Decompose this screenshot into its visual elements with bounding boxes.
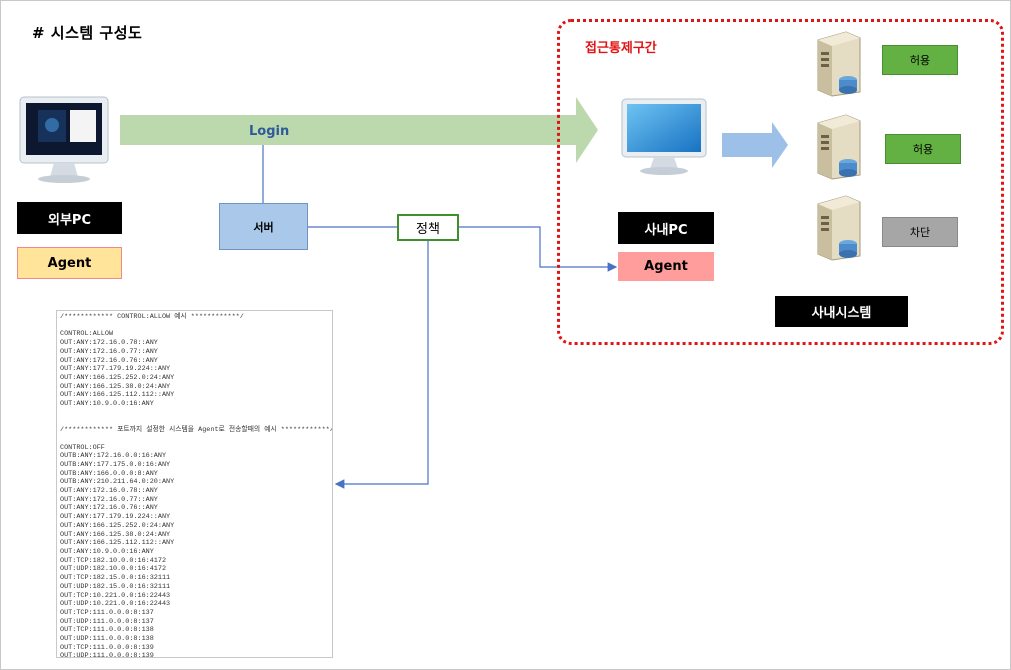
policy-sample-line: OUT:ANY:10.9.0.0:16:ANY xyxy=(60,400,154,409)
login-arrow xyxy=(120,97,598,163)
internal-pc-icon xyxy=(621,98,707,175)
policy-sample-line: /************ CONTROL:ALLOW 예시 *********… xyxy=(60,313,244,321)
policy-sample-line: OUT:UDP:10.221.0.0:16:22443 xyxy=(60,600,171,609)
status-allow-2: 허용 xyxy=(885,134,961,164)
policy-sample-panel: /************ CONTROL:ALLOW 예시 *********… xyxy=(56,310,333,658)
policy-sample-line xyxy=(60,417,332,426)
policy-sample-line: OUT:ANY:10.9.0.0:16:ANY xyxy=(60,547,154,556)
policy-sample-line: OUT:ANY:166.125.252.0:24:ANY xyxy=(60,521,175,530)
policy-sample-line: OUT:UDP:182.10.0.0:16:4172 xyxy=(60,565,167,574)
policy-sample-line: CONTROL:OFF xyxy=(60,443,105,452)
external-pc-label: 외부PC xyxy=(17,202,122,234)
policy-sample-line: OUT:ANY:166.125.252.0:24:ANY xyxy=(60,373,175,382)
policy-sample-line: OUT:ANY:172.16.0.78::ANY xyxy=(60,339,158,348)
policy-sample-line: OUT:TCP:10.221.0.0:16:22443 xyxy=(60,591,171,600)
policy-sample-line: OUT:UDP:182.15.0.0:16:32111 xyxy=(60,582,171,591)
status-block: 차단 xyxy=(882,217,958,247)
policy-sample-line: OUT:ANY:172.16.0.77::ANY xyxy=(60,347,158,356)
policy-sample-line: OUT:UDP:111.0.0.0:8:139 xyxy=(60,652,154,658)
server-icon xyxy=(817,114,861,180)
policy-sample-line: OUTB:ANY:210.211.64.0:20:ANY xyxy=(60,478,175,487)
server-node: 서버 xyxy=(219,203,308,250)
policy-sample-line: CONTROL:ALLOW xyxy=(60,330,114,339)
policy-sample-line: OUTB:ANY:177.175.0.0:16:ANY xyxy=(60,460,171,469)
access-control-zone-label: 접근통제구간 xyxy=(585,41,657,56)
policy-sample-line: OUT:TCP:111.0.0.0:8:138 xyxy=(60,626,154,635)
server-icon xyxy=(817,31,861,97)
policy-sample-line: OUT:TCP:111.0.0.0:8:137 xyxy=(60,608,154,617)
internal-pc-label: 사내PC xyxy=(618,212,714,244)
policy-sample-line: OUT:ANY:166.125.38.0:24:ANY xyxy=(60,382,171,391)
policy-sample-line: OUT:ANY:172.16.0.76::ANY xyxy=(60,504,158,513)
external-agent-badge: Agent xyxy=(17,247,122,279)
status-allow-1: 허용 xyxy=(882,45,958,75)
policy-sample-line: OUT:ANY:172.16.0.76::ANY xyxy=(60,356,158,365)
policy-sample-line: OUT:ANY:172.16.0.78::ANY xyxy=(60,487,158,496)
policy-sample-line: OUT:ANY:166.125.38.0:24:ANY xyxy=(60,530,171,539)
policy-sample-line: OUTB:ANY:166.0.0.0:8:ANY xyxy=(60,469,158,478)
policy-sample-line xyxy=(60,435,332,444)
policy-sample-line: /************ 포트까지 설정한 시스템을 Agent로 전송할때의… xyxy=(60,426,333,435)
policy-sample-line: OUT:TCP:182.15.0.0:16:32111 xyxy=(60,574,171,583)
external-pc-icon xyxy=(19,96,109,183)
policy-sample-line: OUT:TCP:111.0.0.0:8:139 xyxy=(60,643,154,652)
server-icon xyxy=(817,195,861,261)
policy-sample-line: OUTB:ANY:172.16.0.0:16:ANY xyxy=(60,452,167,461)
policy-sample-line xyxy=(60,409,332,418)
policy-sample-line xyxy=(60,322,332,331)
policy-sample-line: OUT:ANY:166.125.112.112::ANY xyxy=(60,539,175,548)
policy-sample-line: OUT:TCP:182.10.0.0:16:4172 xyxy=(60,556,167,565)
policy-sample-text: /************ CONTROL:ALLOW 예시 *********… xyxy=(57,311,333,658)
internal-system-label: 사내시스템 xyxy=(775,296,908,327)
policy-sample-line: OUT:UDP:111.0.0.0:8:137 xyxy=(60,617,154,626)
internal-agent-badge: Agent xyxy=(618,252,714,281)
policy-sample-line: OUT:ANY:166.125.112.112::ANY xyxy=(60,391,175,400)
policy-sample-line: OUT:ANY:177.179.19.224::ANY xyxy=(60,513,171,522)
policy-sample-line: OUT:ANY:172.16.0.77::ANY xyxy=(60,495,158,504)
login-label: Login xyxy=(249,124,290,139)
policy-sample-line: OUT:ANY:177.179.19.224::ANY xyxy=(60,365,171,374)
policy-sample-line: OUT:UDP:111.0.0.0:8:138 xyxy=(60,635,154,644)
policy-sample-link xyxy=(334,241,429,489)
policy-node: 정책 xyxy=(397,214,459,241)
